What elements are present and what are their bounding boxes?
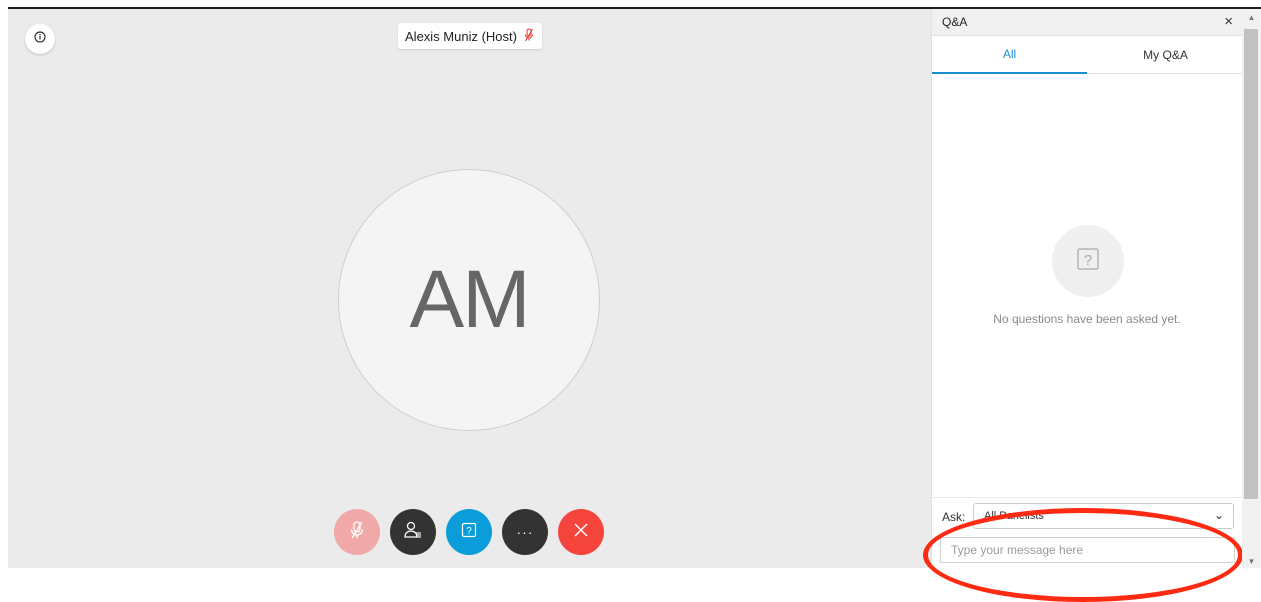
qa-panel-header: Q&A × (932, 9, 1243, 36)
info-button[interactable] (25, 24, 55, 54)
info-icon (34, 30, 46, 48)
scroll-down-icon[interactable]: ▼ (1246, 556, 1257, 566)
svg-text:?: ? (466, 526, 472, 537)
tab-my-qa[interactable]: My Q&A (1088, 36, 1243, 74)
ask-recipient-select[interactable]: All Panelists ⌄ (973, 503, 1234, 529)
scroll-up-icon[interactable]: ▲ (1246, 12, 1257, 22)
microphone-muted-icon (523, 27, 535, 45)
participants-button[interactable] (390, 509, 436, 555)
window-left-edge (0, 7, 8, 568)
leave-meeting-button[interactable] (558, 509, 604, 555)
ask-row: Ask: All Panelists ⌄ (932, 497, 1243, 533)
participant-avatar: AM (338, 169, 600, 431)
scrollbar-thumb[interactable] (1244, 29, 1258, 499)
chevron-down-icon: ⌄ (1213, 508, 1224, 522)
close-panel-icon[interactable]: × (1224, 14, 1233, 29)
message-input[interactable] (940, 537, 1235, 563)
qa-panel-title: Q&A (942, 15, 968, 29)
empty-state-icon: ? (1052, 225, 1124, 297)
ask-recipient-value: All Panelists (984, 510, 1044, 522)
qa-panel: Q&A × All My Q&A ? No questions have bee… (931, 9, 1243, 568)
meeting-controls: ? ··· (334, 509, 604, 555)
empty-state-text: No questions have been asked yet. (993, 312, 1181, 326)
qa-tabs: All My Q&A (932, 36, 1243, 74)
ellipsis-icon: ··· (516, 524, 534, 540)
more-options-button[interactable]: ··· (502, 509, 548, 555)
tab-all[interactable]: All (932, 36, 1087, 74)
avatar-initials: AM (409, 254, 531, 345)
scrollbar[interactable]: ▲ ▼ (1242, 9, 1261, 568)
question-box-icon: ? (461, 522, 477, 543)
window-top-edge (0, 0, 1261, 7)
qa-button[interactable]: ? (446, 509, 492, 555)
microphone-muted-icon (349, 520, 365, 545)
video-stage: Alexis Muniz (Host) AM ? ··· (8, 9, 931, 568)
question-box-icon: ? (1075, 246, 1101, 277)
ask-label: Ask: (942, 510, 966, 524)
mute-button[interactable] (334, 509, 380, 555)
speaker-name-tag: Alexis Muniz (Host) (398, 23, 542, 49)
speaker-name: Alexis Muniz (Host) (405, 28, 517, 44)
participants-icon (403, 520, 423, 545)
svg-text:?: ? (1084, 252, 1092, 269)
close-icon (572, 521, 590, 544)
